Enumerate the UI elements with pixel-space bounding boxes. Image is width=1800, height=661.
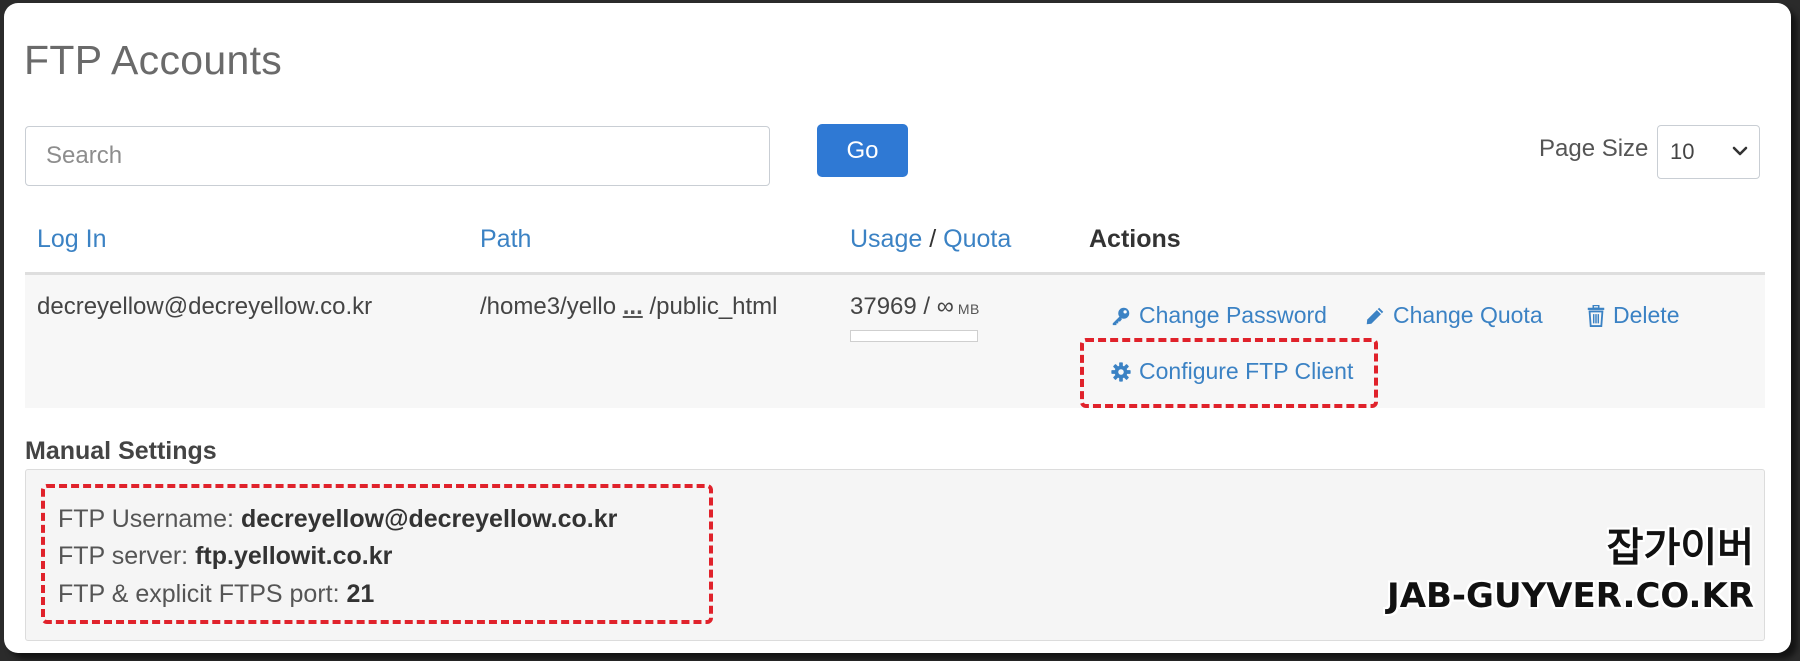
key-icon — [1112, 307, 1130, 325]
usage-progress-bar — [850, 330, 978, 342]
page-size-value: 10 — [1670, 139, 1695, 164]
search-input[interactable] — [25, 126, 770, 186]
chevron-down-icon — [1732, 146, 1748, 156]
configure-ftp-client-button[interactable]: Configure FTP Client — [1110, 358, 1353, 385]
column-header-usage[interactable]: Usage — [850, 225, 922, 253]
change-quota-button[interactable]: Change Quota — [1364, 302, 1543, 329]
row-usage-value: 37969 / ∞ — [850, 293, 954, 320]
watermark-site: JAB-GUYVER.CO.KR — [1387, 576, 1754, 616]
ftp-username-value: decreyellow@decreyellow.co.kr — [240, 505, 618, 533]
ftp-username-setting: FTP Username: decreyellow@decreyellow.co… — [58, 505, 617, 534]
change-quota-label: Change Quota — [1393, 302, 1543, 328]
delete-label: Delete — [1613, 302, 1680, 328]
row-login: decreyellow@decreyellow.co.kr — [37, 293, 373, 320]
ftp-username-label: FTP Username: — [58, 505, 234, 533]
column-header-usage-quota: Usage / Quota — [850, 225, 1011, 254]
manual-settings-title: Manual Settings — [25, 437, 217, 465]
ftp-accounts-panel: FTP Accounts Go Page Size 10 Log In Path… — [4, 3, 1791, 653]
ftp-server-setting: FTP server: ftp.yellowit.co.kr — [58, 542, 392, 571]
row-path-end: /public_html — [649, 293, 778, 320]
ftp-port-label: FTP & explicit FTPS port: — [58, 580, 340, 608]
change-password-button[interactable]: Change Password — [1110, 302, 1327, 329]
column-header-separator: / — [929, 225, 937, 253]
row-path-start: /home3/yello — [480, 293, 617, 320]
column-header-path[interactable]: Path — [480, 225, 531, 254]
path-expand-link[interactable]: ... — [623, 293, 643, 320]
row-usage: 37969 / ∞ MB — [850, 293, 980, 321]
row-usage-unit: MB — [957, 301, 980, 317]
ftp-port-setting: FTP & explicit FTPS port: 21 — [58, 580, 374, 609]
change-password-label: Change Password — [1139, 302, 1327, 328]
page-size-label: Page Size — [1539, 135, 1649, 162]
ftp-server-value: ftp.yellowit.co.kr — [195, 542, 393, 570]
pencil-icon — [1366, 307, 1384, 324]
go-button[interactable]: Go — [817, 124, 908, 177]
row-path: /home3/yello ... /public_html — [480, 293, 778, 321]
column-header-actions: Actions — [1089, 225, 1181, 253]
column-header-quota[interactable]: Quota — [943, 225, 1011, 253]
page-title: FTP Accounts — [24, 37, 283, 83]
delete-button[interactable]: Delete — [1586, 302, 1679, 329]
gear-icon — [1111, 361, 1131, 382]
watermark-korean: 잡가이버 — [1606, 525, 1754, 571]
trash-icon — [1587, 304, 1605, 327]
page-size-select[interactable]: 10 — [1657, 125, 1760, 179]
ftp-server-label: FTP server: — [58, 542, 189, 570]
configure-ftp-client-label: Configure FTP Client — [1139, 358, 1354, 384]
column-header-login[interactable]: Log In — [37, 225, 107, 254]
ftp-port-value: 21 — [346, 580, 375, 608]
